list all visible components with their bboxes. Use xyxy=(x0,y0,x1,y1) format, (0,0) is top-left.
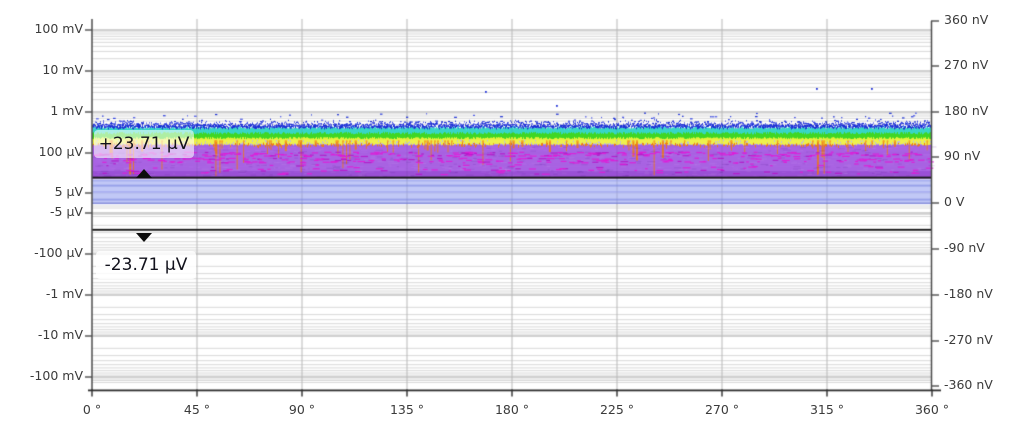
x-axis-tick-label: 45 ° xyxy=(165,404,229,417)
right-axis-tick-label: 180 nV xyxy=(944,105,988,118)
x-axis-tick-label: 360 ° xyxy=(900,404,964,417)
lower-cursor-triangle-handle[interactable] xyxy=(136,233,152,242)
left-axis-tick-label: 10 mV xyxy=(0,64,83,77)
x-axis-tick-label: 225 ° xyxy=(585,404,649,417)
noise-vs-phase-chart: 100 mV 10 mV 1 mV 100 µV 5 µV -5 µV -100 µV -1 … xyxy=(0,0,1027,441)
left-axis-tick-label: -1 mV xyxy=(0,288,83,301)
left-axis-tick-label: 1 mV xyxy=(0,105,83,118)
right-axis-tick-label: 90 nV xyxy=(944,150,980,163)
left-axis-tick-label: 100 µV xyxy=(0,146,83,159)
lower-cursor-value-label[interactable]: -23.71 µV xyxy=(96,251,196,279)
left-axis-tick-label: -100 µV xyxy=(0,247,83,260)
upper-cursor-value-label[interactable]: +23.71 µV xyxy=(94,130,194,158)
left-axis-tick-label: -100 mV xyxy=(0,370,83,383)
left-axis-tick-label: 100 mV xyxy=(0,23,83,36)
right-axis-tick-label: -90 nV xyxy=(944,242,985,255)
upper-cursor-triangle-handle[interactable] xyxy=(136,169,152,178)
right-axis-tick-label: 360 nV xyxy=(944,14,988,27)
left-axis-tick-label: 5 µV xyxy=(0,186,83,199)
right-axis-tick-label: 270 nV xyxy=(944,59,988,72)
x-axis-tick-label: 270 ° xyxy=(690,404,754,417)
x-axis-tick-label: 315 ° xyxy=(795,404,859,417)
right-axis-tick-label: -360 nV xyxy=(944,379,993,392)
x-axis-tick-label: 90 ° xyxy=(270,404,334,417)
plot-canvas[interactable] xyxy=(0,0,1027,441)
right-axis-tick-label: 0 V xyxy=(944,196,964,209)
left-axis-tick-label: -10 mV xyxy=(0,329,83,342)
left-axis-tick-label: -5 µV xyxy=(0,206,83,219)
right-axis-tick-label: -180 nV xyxy=(944,288,993,301)
x-axis-tick-label: 0 ° xyxy=(60,404,124,417)
right-axis-tick-label: -270 nV xyxy=(944,334,993,347)
x-axis-tick-label: 135 ° xyxy=(375,404,439,417)
x-axis-tick-label: 180 ° xyxy=(480,404,544,417)
